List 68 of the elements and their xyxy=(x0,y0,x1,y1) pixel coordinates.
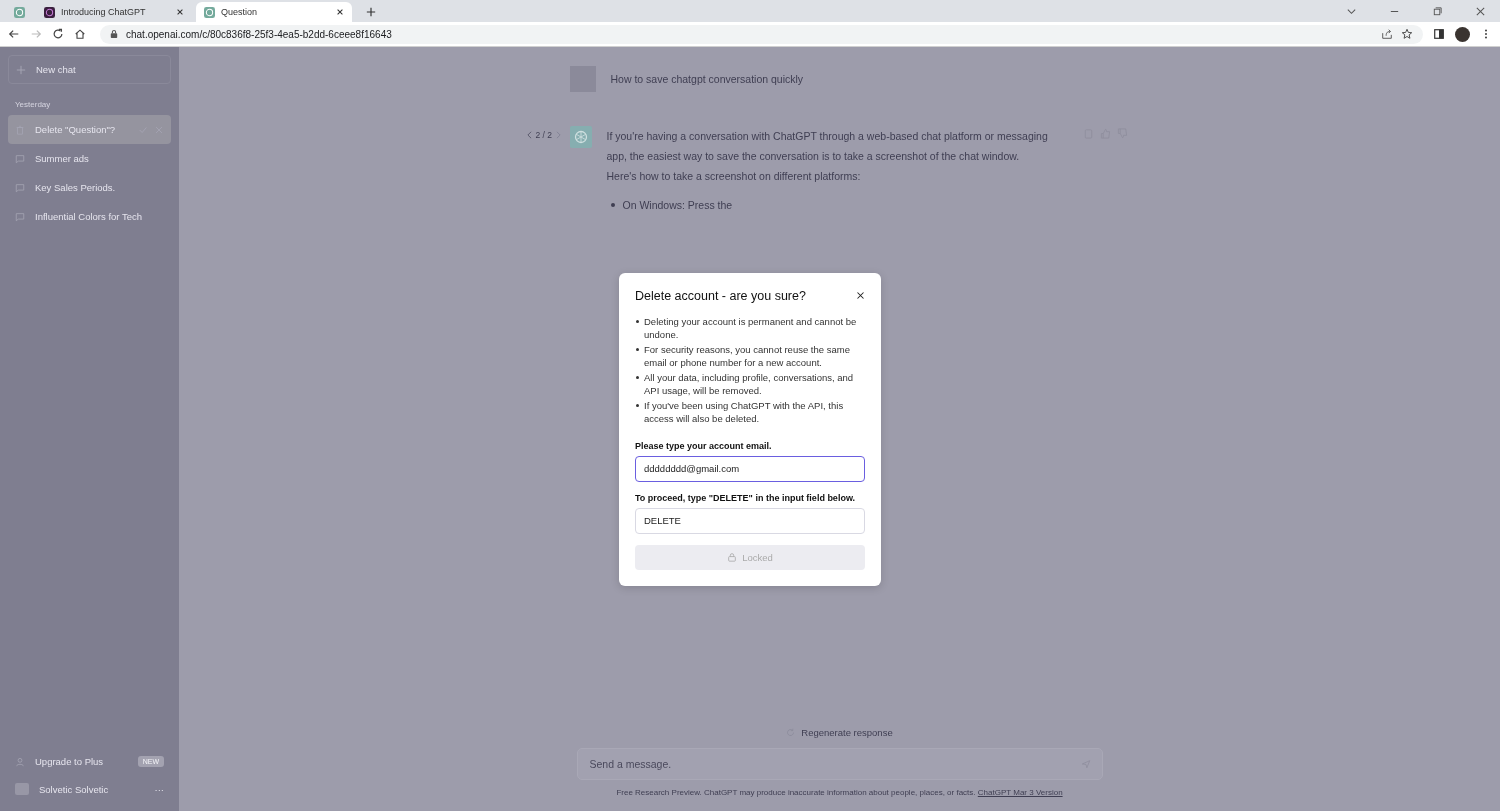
user-avatar xyxy=(15,783,29,795)
close-icon[interactable] xyxy=(336,8,344,16)
warning-item: Deleting your account is permanent and cannot be undone. xyxy=(644,315,857,340)
person-icon xyxy=(15,756,25,767)
assistant-message: If you're having a conversation with ChatGPT through a web-based chat platform or messaging app, the easiest way to save the conversation is to take a screenshot of the chat window. Here's how to take a screenshot on different platforms: xyxy=(606,129,1049,184)
star-icon[interactable] xyxy=(1401,28,1413,40)
back-arrow-icon[interactable] xyxy=(8,28,20,40)
warning-item: For security reasons, you cannot reuse the same email or phone number for a new account. xyxy=(644,343,850,368)
share-icon[interactable] xyxy=(1381,28,1393,40)
favicon-icon xyxy=(14,6,25,18)
close-icon[interactable] xyxy=(176,8,184,16)
favicon-icon xyxy=(44,6,55,18)
more-options: ··· xyxy=(154,783,164,795)
home-icon[interactable] xyxy=(74,28,86,40)
bullet-icon xyxy=(636,403,639,407)
bullet-icon xyxy=(636,375,639,379)
profile-avatar[interactable] xyxy=(1455,26,1470,42)
version-link[interactable]: ChatGPT Mar 3 Version xyxy=(977,788,1063,797)
assistant-logo-icon xyxy=(569,126,592,148)
user-name: Solvetic Solvetic xyxy=(39,783,110,795)
side-panel-icon[interactable] xyxy=(1433,28,1445,40)
section-heading: Yesterday xyxy=(14,99,52,111)
disclaimer-text: Free Research Preview. ChatGPT may produce inaccurate information about people, places, or facts. xyxy=(616,788,976,797)
close-icon[interactable] xyxy=(1475,6,1486,17)
dialog-title: Delete account - are you sure? xyxy=(635,288,806,303)
bullet-icon xyxy=(636,319,639,323)
chat-bubble-icon xyxy=(15,211,25,222)
new-chat-button[interactable]: New chat xyxy=(8,55,171,84)
new-tab-icon[interactable] xyxy=(366,7,376,17)
favicon-icon xyxy=(204,6,215,18)
lock-icon xyxy=(110,29,118,39)
chat-history-item[interactable]: Summer ads xyxy=(8,144,171,173)
upgrade-label: Upgrade to Plus xyxy=(35,756,105,767)
reload-icon[interactable] xyxy=(52,28,64,40)
chevron-down-icon[interactable] xyxy=(1346,6,1357,17)
restore-icon[interactable] xyxy=(1432,6,1443,17)
response-pager: 2 / 2 xyxy=(535,130,553,140)
tab-title: Question xyxy=(221,7,259,17)
user-message: How to save chatgpt conversation quickly xyxy=(610,73,804,85)
bullet-icon xyxy=(610,203,615,208)
chat-title: Delete "Question"? xyxy=(35,124,117,135)
warning-item: All your data, including profile, conversations, and API usage, will be removed. xyxy=(644,371,854,396)
plus-icon xyxy=(16,64,26,75)
close-icon[interactable] xyxy=(856,291,865,300)
field-label: To proceed, type "DELETE" in the input field below. xyxy=(635,492,857,503)
bullet-icon xyxy=(636,347,639,351)
address-bar[interactable]: chat.openai.com/c/80c836f8-25f3-4ea5-b2dd-6ceee8f16643 xyxy=(100,24,1423,44)
lock-icon xyxy=(727,552,738,562)
answer-bullet: On Windows: Press the xyxy=(622,199,733,211)
browser-tab[interactable]: Question xyxy=(196,2,352,22)
email-field[interactable]: dddddddd@gmail.com xyxy=(635,455,865,482)
url-text: chat.openai.com/c/80c836f8-25f3-4ea5-b2dd-6ceee8f16643 xyxy=(126,28,392,40)
chat-title: Summer ads xyxy=(35,153,90,164)
confirm-field[interactable]: DELETE xyxy=(635,507,865,534)
warning-item: If you've been using ChatGPT with the API, this access will also be deleted. xyxy=(644,399,844,424)
field-label: Please type your account email. xyxy=(635,440,773,451)
chat-bubble-icon xyxy=(15,182,25,193)
account-button[interactable]: Solvetic Solvetic ··· xyxy=(8,775,171,803)
tab-title: Introducing ChatGPT xyxy=(61,7,147,17)
message-input[interactable]: Send a message. xyxy=(576,748,1103,780)
chat-history-item[interactable]: Influential Colors for Tech xyxy=(8,202,171,231)
chat-bubble-icon xyxy=(15,153,25,164)
chat-title: Key Sales Periods. xyxy=(35,182,117,193)
chat-history-item[interactable]: Delete "Question"? xyxy=(8,115,171,144)
chat-history-item[interactable]: Key Sales Periods. xyxy=(8,173,171,202)
browser-tab[interactable]: Introducing ChatGPT xyxy=(36,2,192,22)
chat-title: Influential Colors for Tech xyxy=(35,211,144,222)
regenerate-button[interactable]: Regenerate response xyxy=(778,723,901,742)
